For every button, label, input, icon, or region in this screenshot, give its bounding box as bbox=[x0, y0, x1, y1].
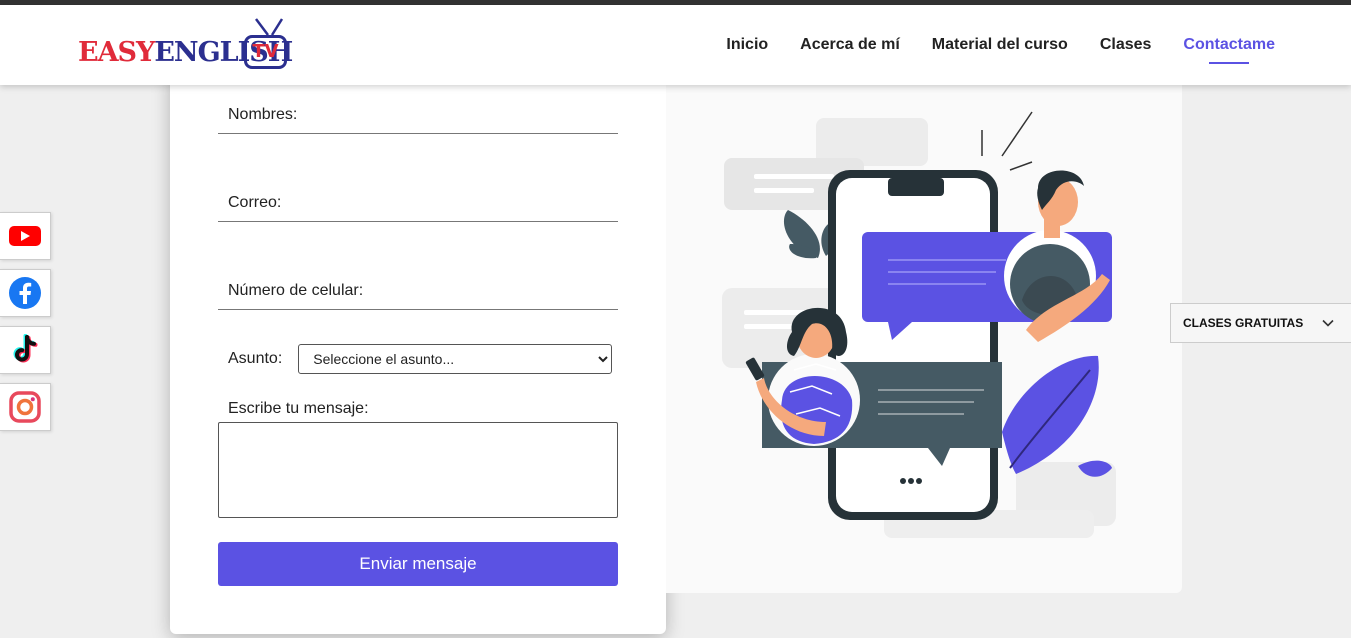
nav-contactame[interactable]: Contactame bbox=[1183, 36, 1275, 64]
chevron-down-icon bbox=[1322, 319, 1334, 327]
nav-material[interactable]: Material del curso bbox=[932, 36, 1068, 54]
nombres-label: Nombres: bbox=[228, 106, 298, 123]
nav-acerca[interactable]: Acerca de mí bbox=[800, 36, 900, 54]
youtube-link[interactable] bbox=[0, 212, 51, 260]
main-nav: Inicio Acerca de mí Material del curso C… bbox=[726, 5, 1275, 85]
instagram-link[interactable] bbox=[0, 383, 51, 431]
correo-field[interactable]: Correo: bbox=[218, 194, 618, 222]
mensaje-textarea[interactable] bbox=[218, 422, 618, 518]
correo-label: Correo: bbox=[228, 194, 282, 211]
tiktok-link[interactable] bbox=[0, 326, 51, 374]
asunto-row: Asunto: Seleccione el asunto... bbox=[228, 344, 618, 374]
celular-field[interactable]: Número de celular: bbox=[218, 282, 618, 310]
nombres-field[interactable]: Nombres: bbox=[218, 106, 618, 134]
clases-gratuitas-dropdown[interactable]: CLASES GRATUITAS bbox=[1170, 303, 1351, 343]
youtube-icon bbox=[9, 226, 41, 246]
chat-people-illustration bbox=[722, 111, 1116, 538]
brand-logo[interactable]: EASYENGLISH TV bbox=[78, 18, 293, 75]
logo-easy: EASY bbox=[78, 37, 155, 68]
facebook-icon bbox=[9, 277, 41, 309]
asunto-select[interactable]: Seleccione el asunto... bbox=[298, 344, 613, 374]
contact-form: Nombres: Correo: Número de celular: Asun… bbox=[170, 70, 666, 634]
instagram-icon bbox=[9, 391, 41, 423]
asunto-label: Asunto: bbox=[228, 350, 283, 367]
logo-tv: TV bbox=[244, 35, 287, 69]
send-button[interactable]: Enviar mensaje bbox=[218, 542, 618, 586]
chat-illustration bbox=[666, 70, 1182, 593]
facebook-link[interactable] bbox=[0, 269, 51, 317]
nav-inicio[interactable]: Inicio bbox=[726, 36, 768, 54]
tiktok-icon bbox=[13, 334, 38, 363]
celular-label: Número de celular: bbox=[228, 282, 364, 299]
site-header: EASYENGLISH TV Inicio Acerca de mí Mater… bbox=[0, 5, 1351, 85]
nav-clases[interactable]: Clases bbox=[1100, 36, 1152, 54]
mensaje-label: Escribe tu mensaje: bbox=[228, 400, 369, 417]
clases-gratuitas-label: CLASES GRATUITAS bbox=[1183, 316, 1304, 330]
